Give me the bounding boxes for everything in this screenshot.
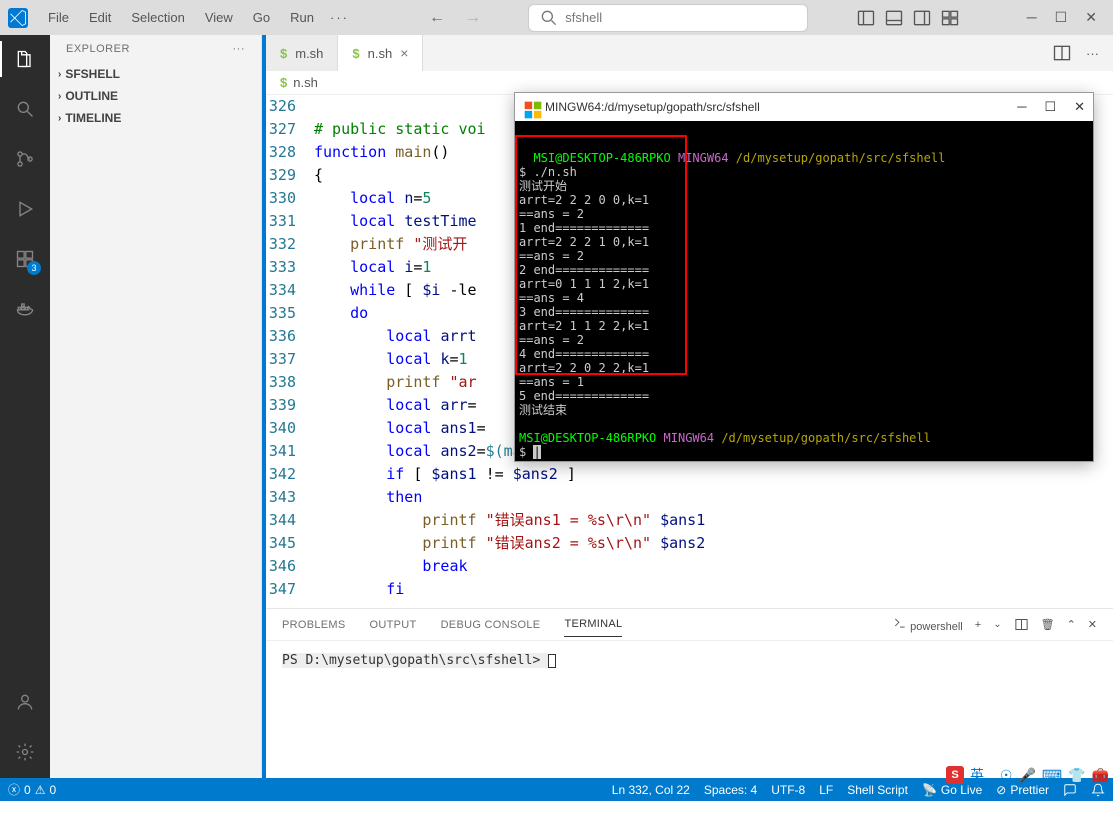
mintty-minimize-icon[interactable]: ─ <box>1017 99 1026 115</box>
search-text: sfshell <box>565 10 602 25</box>
window-close-icon[interactable]: ✕ <box>1085 9 1097 26</box>
highlight-box <box>515 135 687 375</box>
terminal-split-icon[interactable] <box>1014 617 1029 632</box>
ime-lang[interactable]: 英 <box>970 765 984 785</box>
menu-edit[interactable]: Edit <box>81 6 119 29</box>
tray-emoji-icon[interactable]: , <box>990 767 994 783</box>
activity-extensions-icon[interactable]: 3 <box>11 245 39 273</box>
editor-tabs: $ m.sh $ n.sh × ··· <box>266 35 1113 71</box>
status-eol[interactable]: LF <box>819 783 833 797</box>
sogou-ime-icon[interactable]: S <box>946 766 964 784</box>
bottom-panel: PROBLEMS OUTPUT DEBUG CONSOLE TERMINAL p… <box>266 608 1113 778</box>
sidebar-section-sfshell[interactable]: ›SFSHELL <box>50 63 261 85</box>
menu-run[interactable]: Run <box>282 6 322 29</box>
menu-file[interactable]: File <box>40 6 77 29</box>
nav-back-icon[interactable]: ← <box>429 9 445 27</box>
status-errors[interactable]: ⓧ 0 ⚠ 0 <box>8 781 56 798</box>
terminal-kill-icon[interactable]: 🗑 <box>1041 618 1055 631</box>
mintty-title: MINGW64:/d/mysetup/gopath/src/sfshell <box>545 100 760 114</box>
window-minimize-icon[interactable]: ─ <box>1027 9 1037 26</box>
layout-customize-icon[interactable] <box>940 8 960 28</box>
activity-account-icon[interactable] <box>11 688 39 716</box>
activity-scm-icon[interactable] <box>11 145 39 173</box>
status-encoding[interactable]: UTF-8 <box>771 783 805 797</box>
editor-more-icon[interactable]: ··· <box>1086 46 1099 61</box>
menu-go[interactable]: Go <box>245 6 278 29</box>
activity-debug-icon[interactable] <box>11 195 39 223</box>
vscode-logo-icon <box>8 8 28 28</box>
activity-search-icon[interactable] <box>11 95 39 123</box>
mintty-icon <box>523 100 537 114</box>
mintty-body[interactable]: MSI@DESKTOP-486RPKO MINGW64 /d/mysetup/g… <box>515 121 1093 461</box>
layout-panel-icon[interactable] <box>884 8 904 28</box>
terminal-new-icon[interactable]: + <box>975 619 981 631</box>
tab-n-sh[interactable]: $ n.sh × <box>338 35 423 71</box>
panel-maximize-icon[interactable]: ⌃ <box>1067 618 1076 631</box>
panel-tab-output[interactable]: OUTPUT <box>370 613 417 637</box>
tab-m-sh[interactable]: $ m.sh <box>266 35 338 71</box>
activity-bar: 3 <box>0 35 50 778</box>
shell-file-icon: $ <box>352 46 359 61</box>
activity-explorer-icon[interactable] <box>11 45 39 73</box>
explorer-more-icon[interactable]: ··· <box>233 43 246 55</box>
window-maximize-icon[interactable]: ☐ <box>1055 9 1068 26</box>
panel-close-icon[interactable]: ✕ <box>1088 618 1097 631</box>
terminal-shell-selector[interactable]: powershell <box>893 616 963 633</box>
status-spaces[interactable]: Spaces: 4 <box>704 783 757 797</box>
terminal-body[interactable]: PS D:\mysetup\gopath\src\sfshell> <box>266 641 1113 778</box>
mintty-maximize-icon[interactable]: ☐ <box>1044 99 1056 115</box>
menu-selection[interactable]: Selection <box>123 6 192 29</box>
layout-primary-icon[interactable] <box>856 8 876 28</box>
layout-secondary-icon[interactable] <box>912 8 932 28</box>
mintty-window[interactable]: MINGW64:/d/mysetup/gopath/src/sfshell ─ … <box>514 92 1094 462</box>
panel-tab-debug[interactable]: DEBUG CONSOLE <box>441 613 541 637</box>
command-center[interactable]: sfshell <box>528 4 808 32</box>
status-cursor[interactable]: Ln 332, Col 22 <box>612 783 690 797</box>
tray-skin-icon[interactable]: 👕 <box>1068 767 1085 784</box>
sidebar-section-timeline[interactable]: ›TIMELINE <box>50 107 261 129</box>
titlebar: File Edit Selection View Go Run ··· ← → … <box>0 0 1113 35</box>
tab-close-icon[interactable]: × <box>400 45 408 61</box>
tray-keyboard-icon[interactable]: ⌨ <box>1042 767 1062 784</box>
system-tray: S 英 , ☉ 🎤 ⌨ 👕 🧰 <box>946 765 1109 785</box>
panel-tab-problems[interactable]: PROBLEMS <box>282 613 346 637</box>
nav-forward-icon[interactable]: → <box>465 9 481 27</box>
menu-bar: File Edit Selection View Go Run <box>40 6 322 29</box>
sidebar-section-outline[interactable]: ›OUTLINE <box>50 85 261 107</box>
search-icon <box>539 8 559 28</box>
activity-settings-icon[interactable] <box>11 738 39 766</box>
menu-more-icon[interactable]: ··· <box>330 10 349 25</box>
tray-mic-icon[interactable]: 🎤 <box>1018 767 1035 784</box>
terminal-dropdown-icon[interactable]: ⌄ <box>993 619 1001 630</box>
status-lang[interactable]: Shell Script <box>847 783 908 797</box>
split-editor-icon[interactable] <box>1052 43 1072 63</box>
explorer-sidebar: EXPLORER ··· ›SFSHELL ›OUTLINE ›TIMELINE <box>50 35 262 778</box>
activity-docker-icon[interactable] <box>11 295 39 323</box>
ps-prompt: PS D:\mysetup\gopath\src\sfshell> <box>282 653 548 668</box>
explorer-title: EXPLORER <box>66 43 130 55</box>
tray-toolbox-icon[interactable]: 🧰 <box>1092 767 1109 784</box>
tray-sync-icon[interactable]: ☉ <box>1000 767 1013 784</box>
shell-file-icon: $ <box>280 46 287 61</box>
extensions-badge: 3 <box>27 261 41 275</box>
line-gutter: 3263273283293303313323333343353363373383… <box>266 95 314 608</box>
shell-file-icon: $ <box>280 75 287 90</box>
panel-tab-terminal[interactable]: TERMINAL <box>564 612 622 637</box>
mintty-close-icon[interactable]: ✕ <box>1074 99 1085 115</box>
menu-view[interactable]: View <box>197 6 241 29</box>
